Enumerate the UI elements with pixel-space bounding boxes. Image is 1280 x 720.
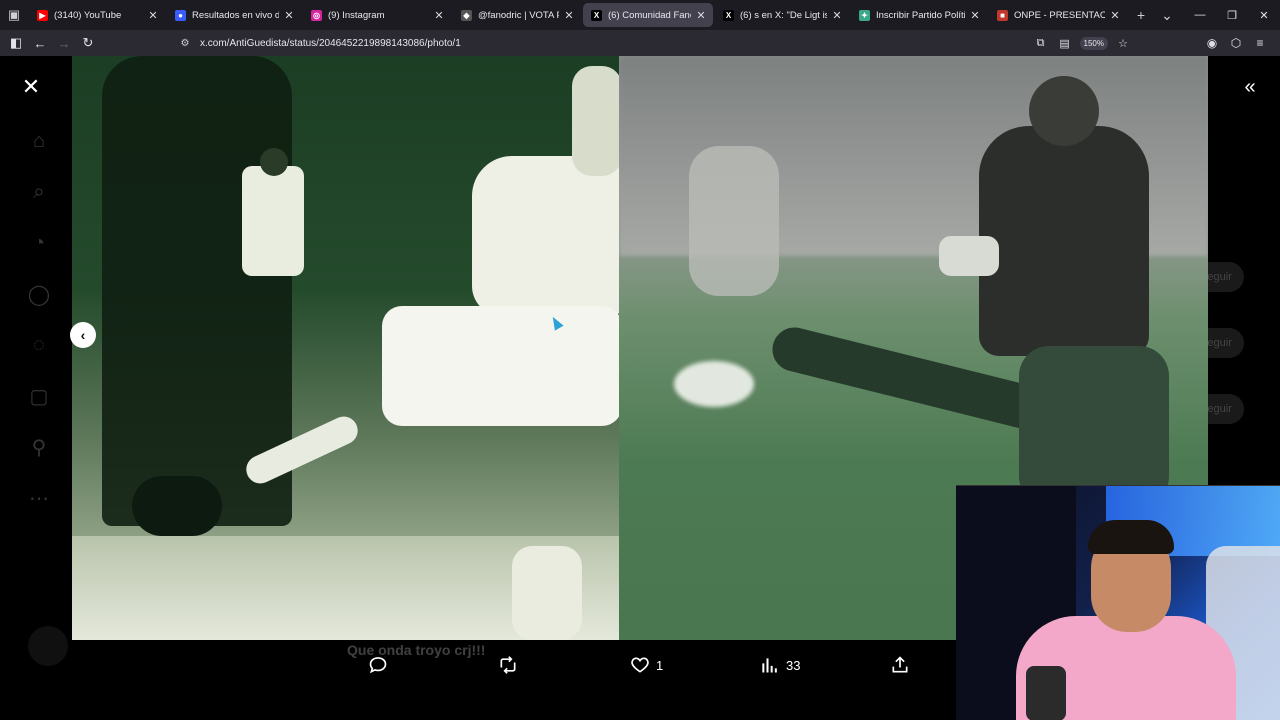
browser-tab[interactable]: ● Resultados en vivo de Liga✕: [167, 3, 301, 27]
like-count: 1: [656, 657, 664, 673]
search-icon: ⌕: [33, 180, 45, 203]
heart-icon: [631, 657, 649, 673]
collapse-sidebar-button[interactable]: «: [1236, 74, 1264, 100]
tab-overflow-chevron-icon[interactable]: ⌄: [1154, 0, 1180, 30]
like-button[interactable]: 1: [630, 650, 663, 680]
grok-icon: ◌: [33, 333, 45, 356]
tab-title: (3140) YouTube: [54, 9, 122, 21]
lists-icon: ▢: [29, 385, 49, 408]
extensions-icon[interactable]: ⬡: [1224, 30, 1248, 56]
photo-left-half: [72, 56, 619, 640]
app-menu-icon[interactable]: ≡: [1248, 30, 1272, 56]
bookmark-star-icon[interactable]: ☆: [1114, 34, 1132, 52]
reader-view-icon[interactable]: ▤: [1056, 34, 1074, 52]
restore-icon[interactable]: ❐: [1216, 0, 1248, 30]
tab-title: ONPE - PRESENTACIÓN DE: [1014, 9, 1105, 21]
tab-favicon-icon: ◆: [461, 9, 472, 21]
browser-tab[interactable]: ■ ONPE - PRESENTACIÓN DE✕: [989, 3, 1127, 27]
tab-close-icon[interactable]: ✕: [282, 8, 296, 22]
background-avatar: [28, 626, 68, 666]
webcam-overlay: [956, 485, 1280, 720]
site-info-icon[interactable]: ⚙: [176, 38, 194, 49]
tab-close-icon[interactable]: ✕: [968, 8, 982, 22]
tab-title: @fanodric | VOTA POR TU C: [478, 9, 559, 21]
tab-favicon-icon: ■: [997, 9, 1008, 21]
zoom-level[interactable]: 150%: [1079, 36, 1108, 50]
account-icon[interactable]: ◉: [1200, 30, 1224, 56]
url-text[interactable]: x.com/AntiGuedista/status/20464522198981…: [200, 38, 461, 49]
tab-favicon-icon: X: [723, 9, 734, 21]
repost-button[interactable]: [498, 650, 518, 680]
navigation-bar: ◧ ← → ↻ ⚙ x.com/AntiGuedista/status/2046…: [0, 30, 1280, 56]
reply-icon: [369, 657, 387, 674]
post-action-bar: 1 33: [310, 650, 940, 680]
tab-favicon-icon: ◎: [311, 9, 322, 21]
sidebar-toggle-icon[interactable]: ◧: [4, 30, 28, 56]
browser-tab[interactable]: X (6) Comunidad Fanodric Ar✕: [583, 3, 713, 27]
notifications-icon: ◔: [32, 231, 46, 254]
profile-icon: ⚲: [31, 436, 47, 459]
close-viewer-button[interactable]: ✕: [18, 74, 44, 100]
browser-tab[interactable]: ◎ (9) Instagram ✕: [303, 3, 451, 27]
browser-tab[interactable]: ◆ @fanodric | VOTA POR TU C✕: [453, 3, 581, 27]
tab-title: (6) Comunidad Fanodric Ar: [608, 9, 691, 21]
tab-close-icon[interactable]: ✕: [830, 8, 844, 22]
views-button[interactable]: 33: [760, 650, 800, 680]
messages-icon: ◯: [27, 283, 51, 306]
tab-title: Inscribir Partido Político: C: [876, 9, 965, 21]
tab-favicon-icon: X: [591, 9, 602, 21]
reply-button[interactable]: [368, 650, 388, 680]
views-chart-icon: [762, 658, 777, 673]
tab-favicon-icon: ▶: [37, 9, 48, 21]
more-icon: ⋯: [29, 487, 49, 510]
tab-title: Resultados en vivo de Liga: [192, 9, 279, 21]
views-count: 33: [786, 657, 801, 673]
back-button[interactable]: ←: [28, 30, 52, 56]
share-button[interactable]: [890, 650, 910, 680]
browser-tab[interactable]: ✦ Inscribir Partido Político: C✕: [851, 3, 987, 27]
tab-title: (9) Instagram: [328, 9, 385, 21]
background-sidebar: ⌂ ⌕ ◔ ◯ ◌ ▢ ⚲ ⋯: [24, 126, 58, 534]
tab-favicon-icon: ✦: [859, 9, 870, 21]
tab-list-icon[interactable]: ▣: [0, 0, 28, 30]
home-icon: ⌂: [32, 129, 46, 152]
tab-close-icon[interactable]: ✕: [694, 8, 708, 22]
window-close-icon[interactable]: ✕: [1248, 0, 1280, 30]
browser-tab[interactable]: ▶ (3140) YouTube ✕: [29, 3, 165, 27]
share-icon: [892, 656, 908, 673]
picture-in-picture-icon[interactable]: ⧉: [1032, 34, 1050, 52]
tab-favicon-icon: ●: [175, 9, 186, 21]
previous-photo-button[interactable]: ‹: [70, 322, 96, 348]
address-bar[interactable]: ⚙ x.com/AntiGuedista/status/204645221989…: [176, 32, 1132, 54]
tab-close-icon[interactable]: ✕: [146, 8, 160, 22]
forward-button[interactable]: →: [52, 30, 76, 56]
tab-title: (6) s en X: "De Ligt is never: [740, 9, 827, 21]
tab-bar: ▣ ▶ (3140) YouTube ✕ ● Resultados en vivo de…: [0, 0, 1280, 30]
retweet-icon: [500, 656, 516, 674]
reload-button[interactable]: ↻: [76, 30, 100, 56]
browser-tab[interactable]: X (6) s en X: "De Ligt is never✕: [715, 3, 849, 27]
tab-close-icon[interactable]: ✕: [432, 8, 446, 22]
minimize-icon[interactable]: —: [1184, 0, 1216, 30]
tab-close-icon[interactable]: ✕: [562, 8, 576, 22]
new-tab-icon[interactable]: +: [1128, 0, 1154, 30]
tab-close-icon[interactable]: ✕: [1108, 8, 1122, 22]
